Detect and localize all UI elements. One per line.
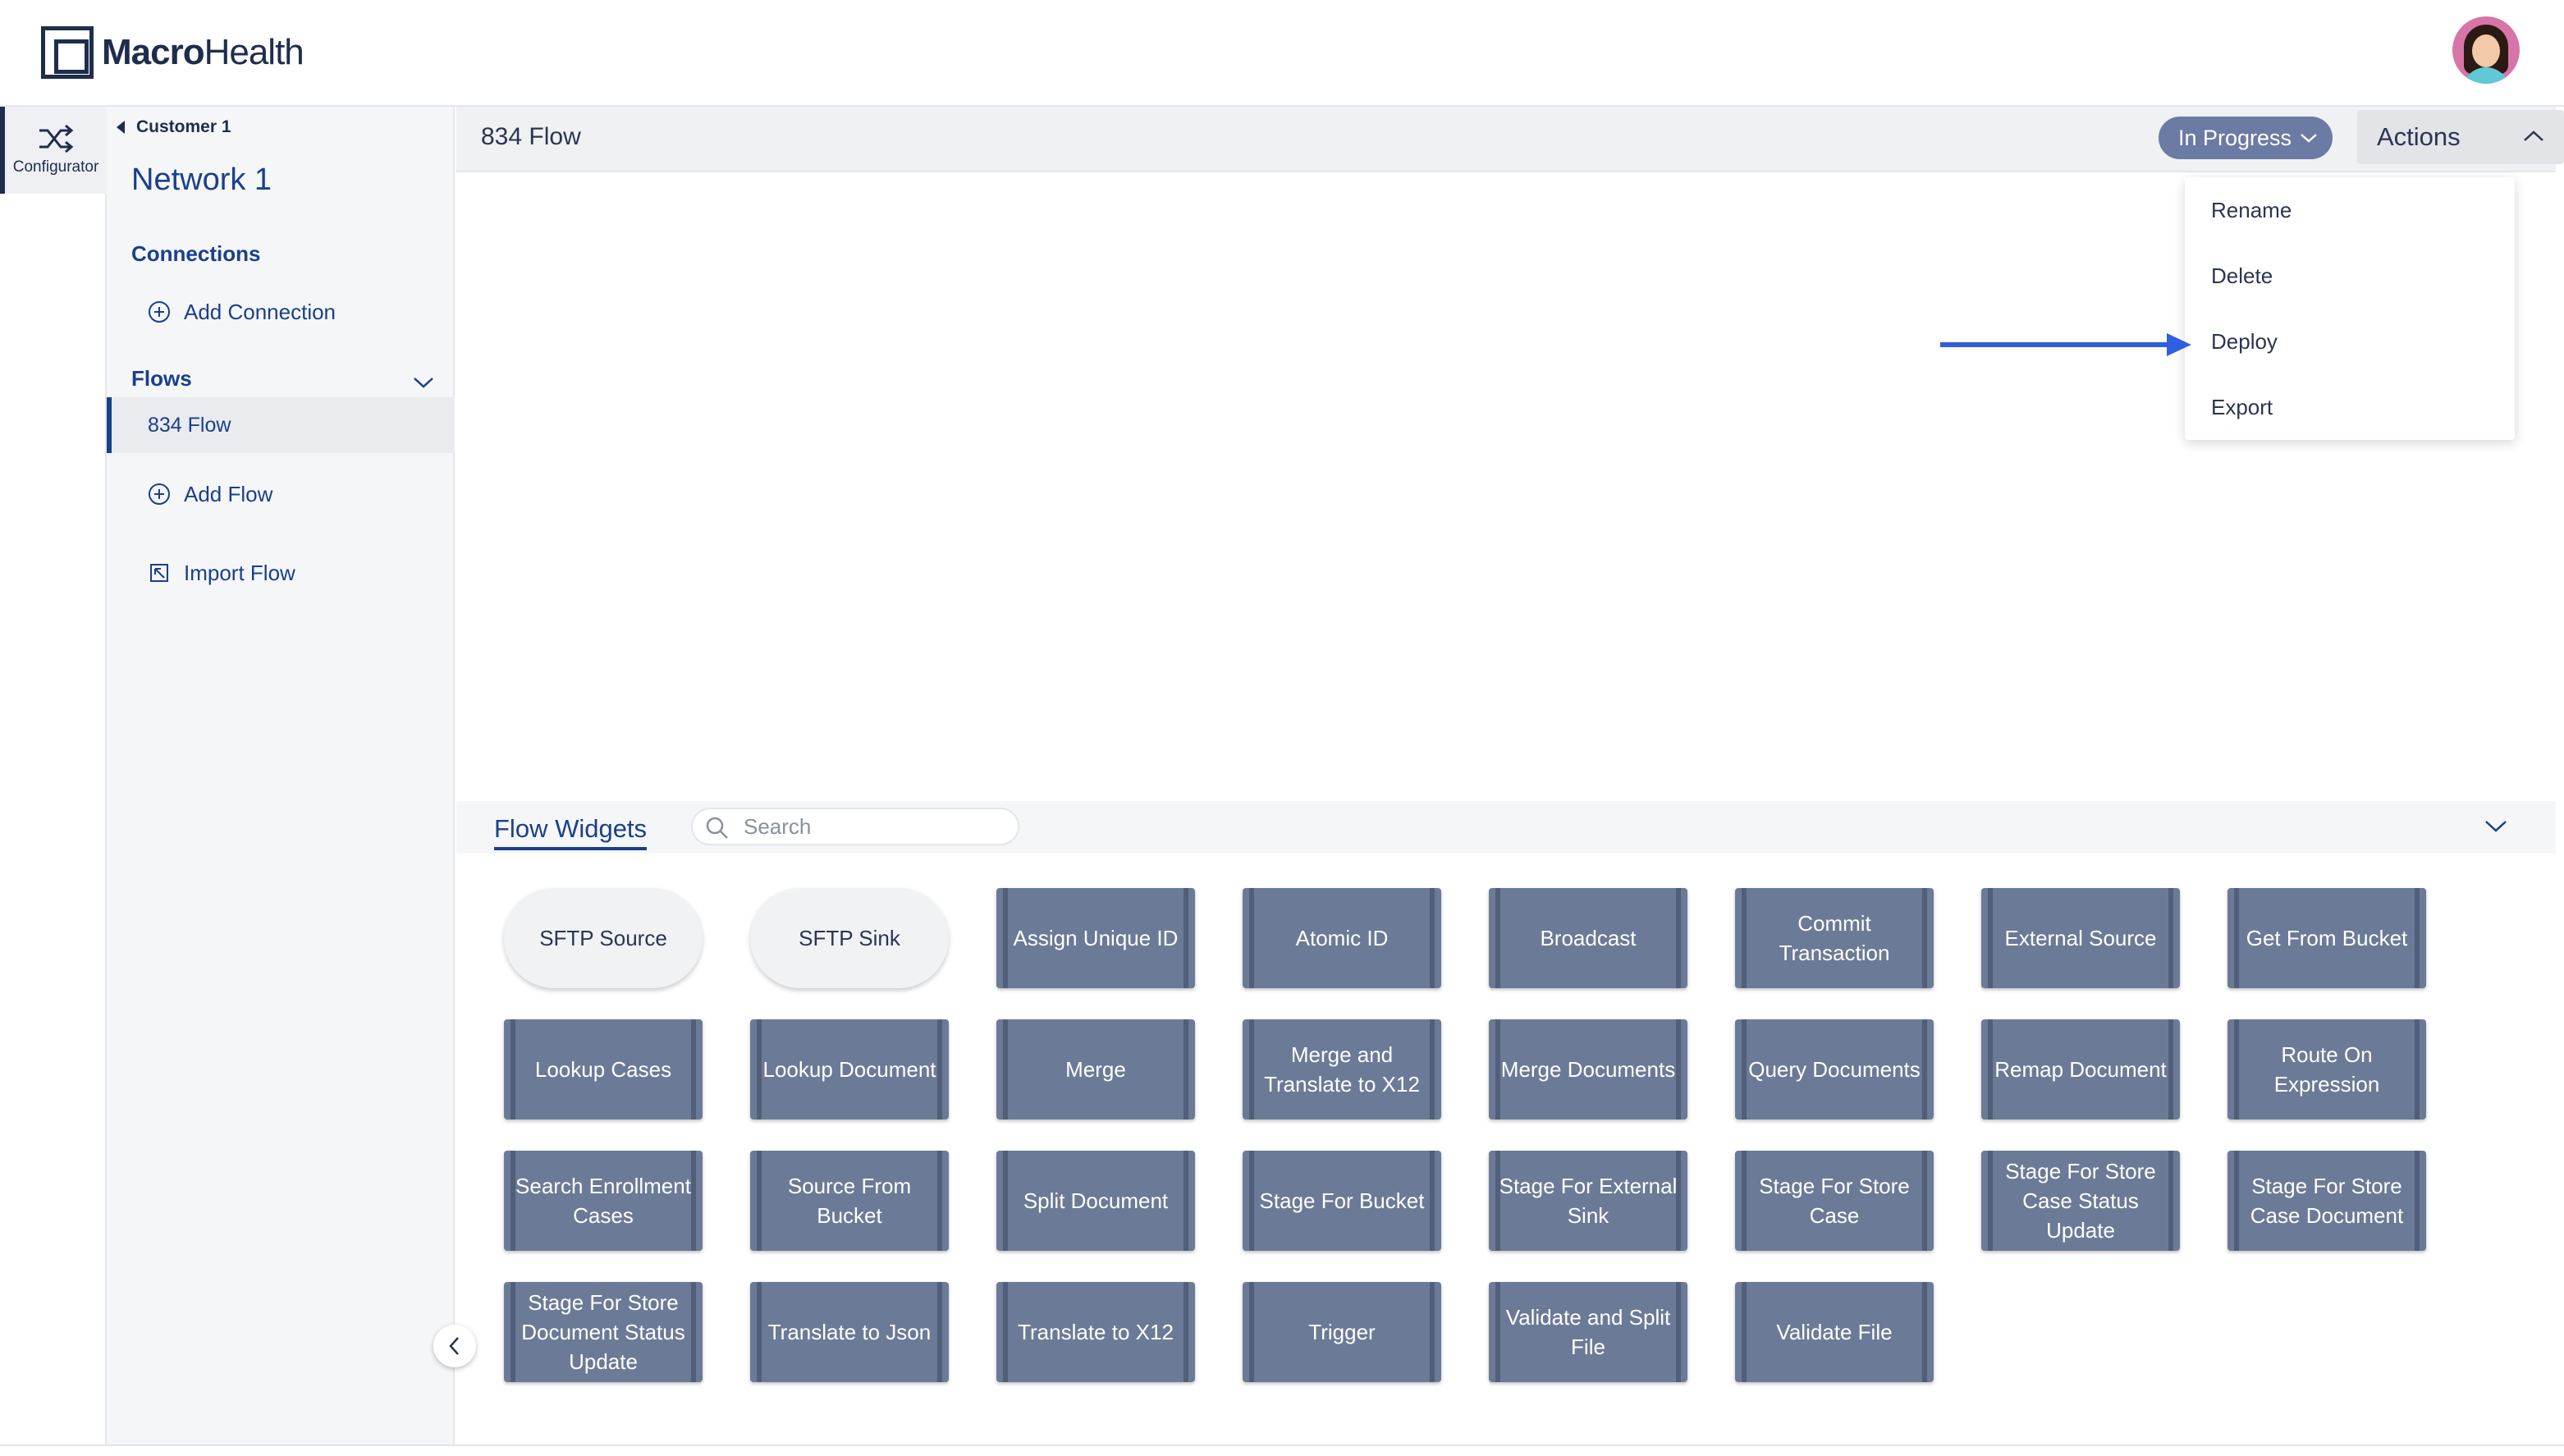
widget-merge-documents[interactable]: Merge Documents — [1489, 1019, 1687, 1119]
widgets-header: Flow Widgets Search — [456, 801, 2556, 854]
macrohealth-logo[interactable]: MacroHealth — [41, 25, 304, 80]
widget-validate-and-split-file[interactable]: Validate and Split File — [1489, 1282, 1687, 1382]
widget-merge[interactable]: Merge — [996, 1019, 1195, 1119]
add-flow-link[interactable]: Add Flow — [148, 478, 272, 511]
menu-item-deploy[interactable]: Deploy — [2211, 325, 2278, 358]
widget-stage-for-store-case-document[interactable]: Stage For Store Case Document — [2227, 1151, 2426, 1251]
widget-stage-for-bucket[interactable]: Stage For Bucket — [1243, 1151, 1441, 1251]
widgets-grid: SFTP Source SFTP Sink Assign Unique ID Atom… — [456, 854, 2556, 1445]
sidebar-item-834-flow[interactable]: 834 Flow — [107, 397, 455, 453]
add-flow-label: Add Flow — [184, 481, 273, 506]
flow-title: 834 Flow — [481, 123, 581, 150]
status-dropdown[interactable]: In Progress — [2159, 117, 2333, 159]
connections-heading: Connections — [131, 241, 261, 266]
widget-stage-for-external-sink[interactable]: Stage For External Sink — [1489, 1151, 1687, 1251]
chevron-down-icon — [2301, 134, 2317, 143]
widget-translate-to-x12[interactable]: Translate to X12 — [996, 1282, 1195, 1382]
widget-sftp-source[interactable]: SFTP Source — [504, 888, 703, 988]
avatar-face — [2472, 34, 2500, 67]
widget-commit-transaction[interactable]: Commit Transaction — [1735, 888, 1934, 988]
search-icon — [706, 817, 728, 839]
network-title: Network 1 — [131, 163, 272, 197]
widget-trigger[interactable]: Trigger — [1243, 1282, 1441, 1382]
collapse-sidebar-button[interactable] — [433, 1325, 476, 1367]
caret-left-icon — [117, 121, 125, 134]
chevron-down-icon[interactable] — [2484, 817, 2508, 836]
widget-translate-to-json[interactable]: Translate to Json — [750, 1282, 949, 1382]
widget-search-enrollment-cases[interactable]: Search Enrollment Cases — [504, 1151, 703, 1251]
widget-search-input[interactable]: Search — [691, 808, 1019, 845]
actions-menu: Rename Delete Deploy Export — [2185, 177, 2515, 440]
widget-assign-unique-id[interactable]: Assign Unique ID — [996, 888, 1195, 988]
widget-atomic-id[interactable]: Atomic ID — [1243, 888, 1441, 988]
plus-circle-icon — [149, 301, 170, 323]
rail-item-label: Configurator — [12, 158, 99, 176]
chevron-left-icon — [449, 1337, 459, 1355]
menu-item-delete[interactable]: Delete — [2211, 259, 2273, 292]
actions-label: Actions — [2377, 122, 2461, 151]
logo-mark-icon — [41, 26, 94, 79]
widget-broadcast[interactable]: Broadcast — [1489, 888, 1687, 988]
menu-item-rename[interactable]: Rename — [2211, 194, 2292, 227]
widget-stage-for-store-case-status-update[interactable]: Stage For Store Case Status Update — [1981, 1151, 2180, 1251]
logo-text: MacroHealth — [102, 32, 304, 72]
actions-button[interactable]: Actions — [2357, 110, 2564, 164]
tab-flow-widgets[interactable]: Flow Widgets — [494, 814, 648, 850]
widget-sftp-sink[interactable]: SFTP Sink — [750, 888, 949, 988]
widget-stage-for-store-case[interactable]: Stage For Store Case — [1735, 1151, 1934, 1251]
rail-item-configurator[interactable]: Configurator — [0, 107, 107, 194]
widget-split-document[interactable]: Split Document — [996, 1151, 1195, 1251]
widget-query-documents[interactable]: Query Documents — [1735, 1019, 1934, 1119]
import-flow-label: Import Flow — [184, 560, 295, 585]
plus-circle-icon — [149, 483, 170, 505]
flows-heading: Flows — [131, 366, 192, 391]
widget-remap-document[interactable]: Remap Document — [1981, 1019, 2180, 1119]
breadcrumb-customer[interactable]: Customer 1 — [117, 115, 231, 140]
user-avatar[interactable] — [2452, 16, 2520, 84]
sidebar: Customer 1 Network 1 Connections Add Con… — [107, 107, 455, 1456]
menu-item-export[interactable]: Export — [2211, 391, 2273, 424]
widget-lookup-cases[interactable]: Lookup Cases — [504, 1019, 703, 1119]
breadcrumb-label: Customer 1 — [136, 117, 231, 136]
annotation-arrow-icon — [1940, 333, 2191, 356]
import-icon — [150, 564, 168, 582]
widget-lookup-document[interactable]: Lookup Document — [750, 1019, 949, 1119]
import-flow-link[interactable]: Import Flow — [148, 556, 295, 589]
chevron-up-icon — [2524, 130, 2543, 141]
widget-source-from-bucket[interactable]: Source From Bucket — [750, 1151, 949, 1251]
widget-external-source[interactable]: External Source — [1981, 888, 2180, 988]
chevron-down-icon[interactable] — [412, 374, 435, 391]
widget-merge-and-translate-to-x12[interactable]: Merge and Translate to X12 — [1243, 1019, 1441, 1119]
add-connection-label: Add Connection — [184, 299, 337, 324]
flow-toolbar: 834 Flow In Progress Actions — [456, 107, 2564, 172]
add-connection-link[interactable]: Add Connection — [148, 295, 336, 328]
widget-get-from-bucket[interactable]: Get From Bucket — [2227, 888, 2426, 988]
app-header: MacroHealth — [0, 0, 2564, 107]
widget-validate-file[interactable]: Validate File — [1735, 1282, 1934, 1382]
status-label: In Progress — [2178, 125, 2292, 150]
left-rail: Configurator — [0, 107, 107, 1456]
widget-route-on-expression[interactable]: Route On Expression — [2227, 1019, 2426, 1119]
search-placeholder: Search — [744, 813, 812, 839]
window-bottom-edge — [0, 1445, 2564, 1456]
widget-stage-for-store-document-status-update[interactable]: Stage For Store Document Status Update — [504, 1282, 703, 1382]
shuffle-icon — [39, 124, 74, 153]
